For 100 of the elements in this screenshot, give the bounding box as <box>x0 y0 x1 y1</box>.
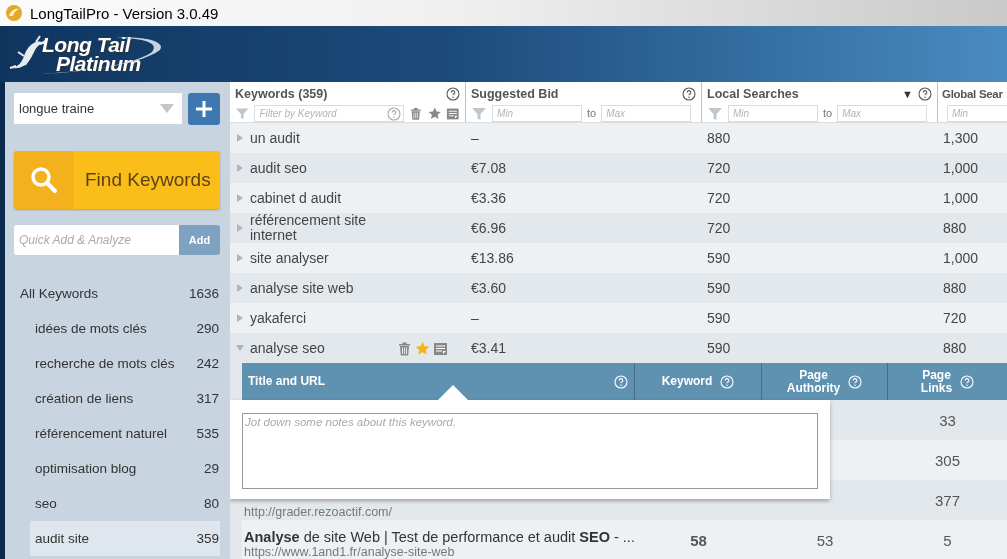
links-cell: 305 <box>935 451 960 469</box>
find-keywords-button[interactable]: Find Keywords <box>14 151 220 209</box>
campaign-item[interactable]: recherche de mots clés 242 <box>30 346 220 381</box>
keyword-count: 242 <box>196 356 219 371</box>
campaign-name: audit site <box>35 531 90 546</box>
global-searches-cell-text: 880 <box>942 340 968 356</box>
links-cell: 5 <box>943 531 952 549</box>
bid-cell-text: €3.41 <box>470 340 508 356</box>
local-searches-cell-text: 590 <box>706 340 732 356</box>
local-searches-cell-text: 590 <box>706 310 732 326</box>
expand-icon[interactable] <box>236 164 244 172</box>
notes-icon[interactable] <box>433 340 448 356</box>
global-searches-cell-text: 720 <box>942 310 968 326</box>
sort-indicator[interactable]: ▼ <box>902 87 913 100</box>
caret-icon <box>160 104 174 113</box>
global-searches-cell-text: 880 <box>942 280 968 296</box>
help-icon[interactable] <box>682 86 696 101</box>
local-searches-cell-text: 590 <box>706 280 732 296</box>
bid-cell-text: €3.36 <box>470 190 508 206</box>
expand-icon[interactable] <box>236 134 244 142</box>
keyword-text: yakaferci <box>250 310 307 326</box>
range-separator: to <box>587 107 597 119</box>
help-icon[interactable] <box>446 86 460 101</box>
column-title: Suggested Bid <box>471 86 559 101</box>
local-searches-cell-text: 880 <box>706 130 732 146</box>
help-icon[interactable] <box>918 86 932 101</box>
filter-field[interactable]: Filter by Keyword <box>254 104 405 122</box>
campaign-name: recherche de mots clés <box>35 356 175 371</box>
filter-icon[interactable] <box>471 105 487 121</box>
result-url[interactable]: https://www.1and1.fr/analyse-site-web <box>244 545 635 559</box>
column-title: Global Sear <box>942 87 1003 100</box>
trash-icon[interactable] <box>409 105 423 121</box>
keyword-text: analyse seo <box>250 340 325 356</box>
campaign-item[interactable]: optimisation blog 29 <box>30 451 220 486</box>
result-title: Analyse de site Web | Test de performance et audit SEO - ... <box>244 529 635 545</box>
local-searches-cell-text: 720 <box>706 160 732 176</box>
column-title: Page Links <box>920 368 953 395</box>
campaign-item[interactable]: All Keywords 1636 <box>14 276 220 311</box>
expand-icon[interactable] <box>236 254 244 262</box>
keyword-count: 290 <box>196 321 219 336</box>
column-title: Keyword <box>661 375 713 388</box>
campaign-item[interactable]: seo 80 <box>30 486 220 521</box>
keyword-text: référencement site internet <box>250 213 367 243</box>
keyword-count: 29 <box>203 461 219 476</box>
project-dropdown[interactable]: longue traine <box>14 93 182 124</box>
keyword-count: 535 <box>196 426 219 441</box>
campaign-item[interactable]: référencement naturel 535 <box>30 416 220 451</box>
campaign-name: seo <box>35 496 57 511</box>
bid-cell-text: – <box>470 130 480 146</box>
keyword-text: cabinet d audit <box>250 190 342 206</box>
max-field[interactable]: Max <box>837 104 928 122</box>
authority-cell: 53 <box>816 531 834 549</box>
global-searches-cell-text: 1,000 <box>942 190 980 206</box>
keyword-text: site analyser <box>250 250 329 266</box>
expand-icon[interactable] <box>236 284 244 292</box>
column-title: Title and URL <box>248 375 326 388</box>
bid-cell-text: – <box>470 310 480 326</box>
campaign-item[interactable]: audit site 359 <box>30 521 220 556</box>
local-searches-cell-text: 720 <box>706 220 732 236</box>
filter-icon[interactable] <box>707 105 723 121</box>
campaign-name: référencement naturel <box>35 426 168 441</box>
star-icon[interactable] <box>427 105 442 121</box>
campaign-item[interactable]: idées de mots clés 290 <box>30 311 220 346</box>
star-icon[interactable] <box>415 340 430 356</box>
keyword-count: 1636 <box>188 286 219 301</box>
expand-icon[interactable] <box>236 314 244 322</box>
campaign-name: création de liens <box>35 391 134 406</box>
expand-icon[interactable] <box>236 194 244 202</box>
quick-add-field[interactable]: Quick Add & Analyze <box>14 225 179 255</box>
result-url[interactable]: http://grader.rezoactif.com/ <box>244 505 635 519</box>
bid-cell-text: €6.96 <box>470 220 508 236</box>
global-searches-cell-text: 1,300 <box>942 130 980 146</box>
min-field[interactable]: Min <box>492 104 582 122</box>
keyword-text: analyse site web <box>250 280 354 296</box>
window-title: LongTailPro - Version 3.0.49 <box>30 4 219 22</box>
expand-icon[interactable] <box>236 224 244 232</box>
app-icon <box>5 4 23 22</box>
min-field[interactable]: Min <box>728 104 818 122</box>
global-searches-cell-text: 1,000 <box>942 160 980 176</box>
search-icon <box>29 165 59 195</box>
competitiveness-cell: 58 <box>690 531 707 549</box>
min-field[interactable]: Min <box>947 104 1007 122</box>
campaign-name: idées de mots clés <box>35 321 147 336</box>
bid-cell-text: €7.08 <box>470 160 508 176</box>
bid-cell-text: €13.86 <box>470 250 515 266</box>
keyword-count: 80 <box>203 496 219 511</box>
plus-icon <box>196 101 212 117</box>
notes-field[interactable]: Jot down some notes about this keyword. <box>242 413 818 489</box>
trash-icon[interactable] <box>397 340 412 356</box>
column-title: Keywords (359) <box>235 86 328 101</box>
keyword-text: audit seo <box>250 160 307 176</box>
collapse-icon[interactable] <box>236 344 244 352</box>
global-searches-cell-text: 1,000 <box>942 250 980 266</box>
global-searches-cell-text: 880 <box>942 220 968 236</box>
add-project-button[interactable] <box>188 93 220 125</box>
links-cell: 33 <box>939 411 956 429</box>
campaign-name: optimisation blog <box>35 461 137 476</box>
max-field[interactable]: Max <box>601 104 692 122</box>
campaign-name: All Keywords <box>20 286 99 301</box>
campaign-item[interactable]: création de liens 317 <box>30 381 220 416</box>
